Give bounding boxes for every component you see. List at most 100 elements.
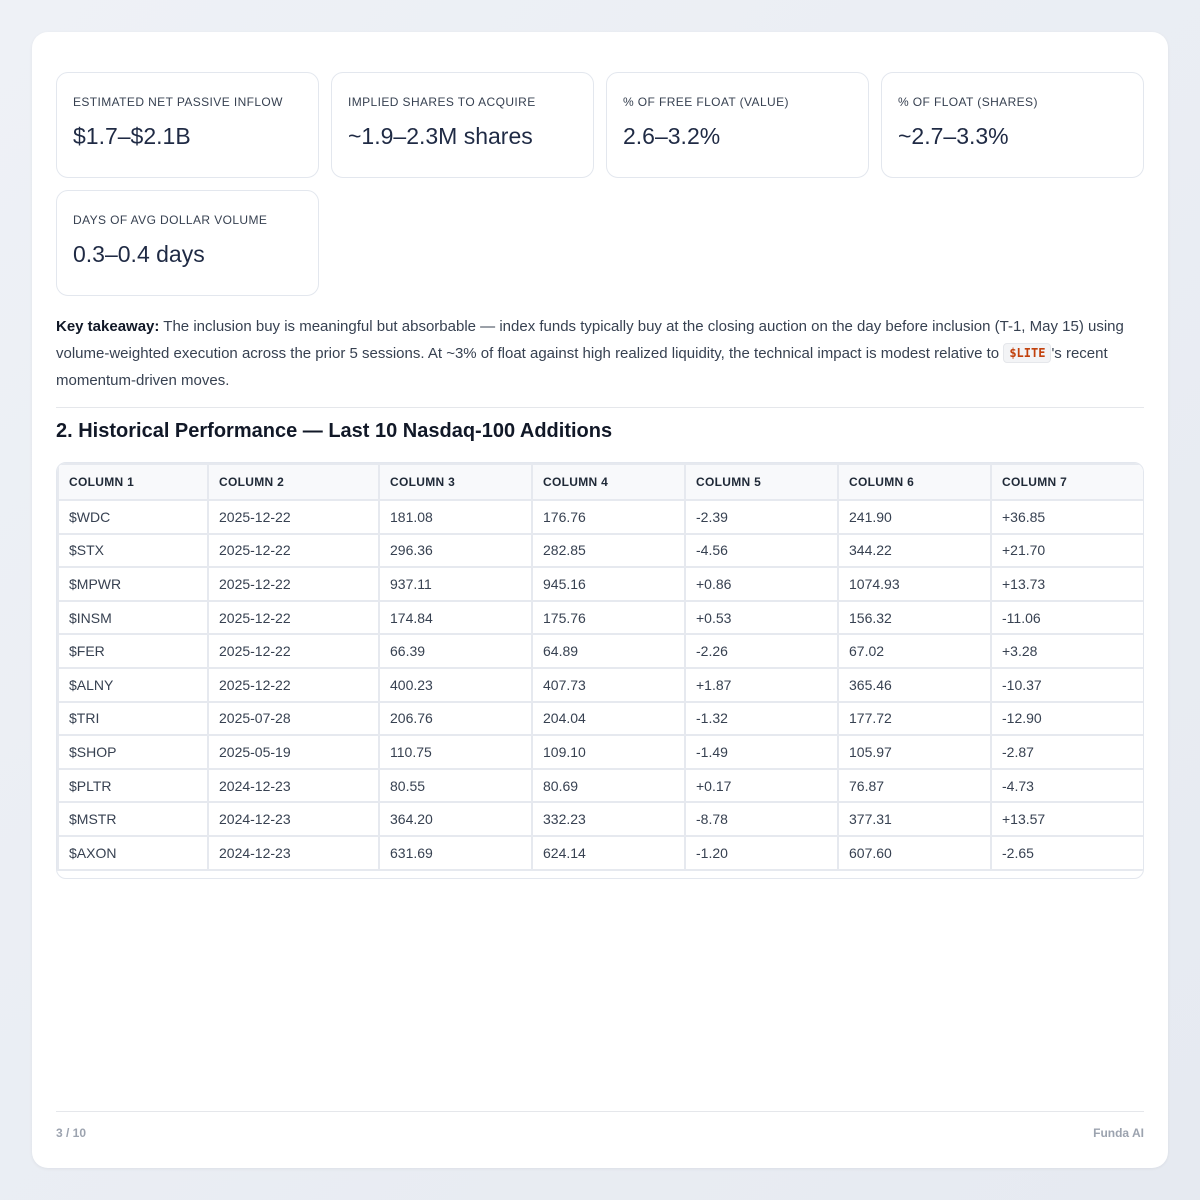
metrics-grid: Estimated Net Passive Inflow $1.7–$2.1B … — [56, 72, 1144, 296]
table-cell: +3.28 — [990, 633, 1143, 669]
table-cell: -12.90 — [990, 700, 1143, 737]
table-cell: 2025-05-19 — [207, 734, 380, 770]
table-cell: $TRI — [57, 700, 209, 737]
table-cell: +1.87 — [684, 666, 839, 703]
table-cell: 2025-12-22 — [207, 599, 380, 636]
column-header[interactable]: Column 6 — [837, 463, 992, 501]
table-cell: 176.76 — [531, 499, 686, 535]
table-cell: +0.53 — [684, 599, 839, 636]
table-cell: $STX — [57, 532, 209, 569]
table-cell: 2025-12-22 — [207, 499, 380, 535]
table-cell: 80.69 — [531, 767, 686, 804]
table-cell: 607.60 — [837, 834, 992, 871]
footer-divider — [56, 1111, 1144, 1112]
metric-value: ~2.7–3.3% — [898, 123, 1009, 149]
metric-label: Estimated Net Passive Inflow — [73, 95, 283, 109]
table-cell: -4.73 — [990, 767, 1143, 804]
table-cell: $FER — [57, 633, 209, 669]
table-row: $MPWR 2025-12-22 937.11 945.16 +0.86 1074.93 +… — [57, 566, 1143, 602]
metric-card-days-dollar-volume: Days of Avg Dollar Volume 0.3–0.4 days — [56, 190, 319, 296]
table-row: $TRI 2025-07-28 206.76 204.04 -1.32 177.72 -12… — [57, 700, 1143, 737]
table-cell: 400.23 — [378, 666, 533, 703]
table-cell: -8.78 — [684, 801, 839, 837]
metric-card-float-shares: % of Float (Shares) ~2.7–3.3% — [881, 72, 1144, 178]
table-cell: 1074.93 — [837, 566, 992, 602]
table-cell: 110.75 — [378, 734, 533, 770]
table-cell: 174.84 — [378, 599, 533, 636]
table-cell: -4.56 — [684, 532, 839, 569]
table-cell: 407.73 — [531, 666, 686, 703]
table-header-row: Column 1 Column 2 Column 3 Column 4 Colu… — [57, 463, 1143, 501]
table-cell: 344.22 — [837, 532, 992, 569]
table-cell: 2025-12-22 — [207, 532, 380, 569]
column-header[interactable]: Column 3 — [378, 463, 533, 501]
column-header[interactable]: Column 1 — [57, 463, 209, 501]
table-cell: $AXON — [57, 834, 209, 871]
table-cell: 2024-12-23 — [207, 834, 380, 871]
table-row: $MSTR 2024-12-23 364.20 332.23 -8.78 377.31 +1… — [57, 801, 1143, 837]
table-cell: +13.73 — [990, 566, 1143, 602]
table-cell: 109.10 — [531, 734, 686, 770]
table-cell: 332.23 — [531, 801, 686, 837]
section-title: 2. Historical Performance — Last 10 Nasd… — [56, 420, 613, 442]
table-cell: -2.26 — [684, 633, 839, 669]
key-takeaway-label: Key takeaway: — [56, 318, 160, 335]
metric-label: Days of Avg Dollar Volume — [73, 213, 268, 227]
table-cell: 296.36 — [378, 532, 533, 569]
table-cell: -2.39 — [684, 499, 839, 535]
table-cell: 2024-12-23 — [207, 767, 380, 804]
table-cell: $SHOP — [57, 734, 209, 770]
column-header[interactable]: Column 7 — [990, 463, 1143, 501]
table-cell: 2024-12-23 — [207, 801, 380, 837]
table-cell: 2025-07-28 — [207, 700, 380, 737]
column-header[interactable]: Column 2 — [207, 463, 380, 501]
metric-value: ~1.9–2.3M shares — [348, 123, 533, 149]
table-row: $SHOP 2025-05-19 110.75 109.10 -1.49 105.97 -2… — [57, 734, 1143, 770]
table-cell: 156.32 — [837, 599, 992, 636]
table-cell: $PLTR — [57, 767, 209, 804]
table-cell: 365.46 — [837, 666, 992, 703]
table-cell: -1.49 — [684, 734, 839, 770]
table-cell: $WDC — [57, 499, 209, 535]
report-page: Estimated Net Passive Inflow $1.7–$2.1B … — [32, 32, 1168, 1168]
table-cell: -2.65 — [990, 834, 1143, 871]
table-cell: -1.20 — [684, 834, 839, 871]
key-takeaway-text: The inclusion buy is meaningful but abso… — [56, 318, 1124, 362]
brand-name: Funda AI — [1093, 1126, 1144, 1140]
metric-label: % of Float (Shares) — [898, 95, 1038, 109]
ticker-chip-lite[interactable]: $LITE — [1003, 343, 1052, 363]
table-cell: 76.87 — [837, 767, 992, 804]
table-cell: 204.04 — [531, 700, 686, 737]
table-cell: 937.11 — [378, 566, 533, 602]
table-cell: 364.20 — [378, 801, 533, 837]
table-cell: 624.14 — [531, 834, 686, 871]
table-cell: -10.37 — [990, 666, 1143, 703]
metric-card-net-passive-inflow: Estimated Net Passive Inflow $1.7–$2.1B — [56, 72, 319, 178]
table-cell: +0.17 — [684, 767, 839, 804]
table-cell: 2025-12-22 — [207, 633, 380, 669]
page-number: 3 / 10 — [56, 1126, 87, 1140]
table-cell: +36.85 — [990, 499, 1143, 535]
metric-value: 2.6–3.2% — [623, 123, 721, 149]
table-cell: 66.39 — [378, 633, 533, 669]
table-row: $STX 2025-12-22 296.36 282.85 -4.56 344.22 +21… — [57, 532, 1143, 569]
table-cell: 206.76 — [378, 700, 533, 737]
table-row: $ALNY 2025-12-22 400.23 407.73 +1.87 365.46 -1… — [57, 666, 1143, 703]
table-cell: 631.69 — [378, 834, 533, 871]
metric-card-free-float-value: % of Free Float (Value) 2.6–3.2% — [606, 72, 869, 178]
table-row: $WDC 2025-12-22 181.08 176.76 -2.39 241.90 +36… — [57, 499, 1143, 535]
table-cell: 945.16 — [531, 566, 686, 602]
column-header[interactable]: Column 5 — [684, 463, 839, 501]
metric-value: 0.3–0.4 days — [73, 241, 205, 267]
table-cell: 105.97 — [837, 734, 992, 770]
table-cell: 377.31 — [837, 801, 992, 837]
table-row: $INSM 2025-12-22 174.84 175.76 +0.53 156.32 -1… — [57, 599, 1143, 636]
metric-value: $1.7–$2.1B — [73, 123, 191, 149]
table-cell: 177.72 — [837, 700, 992, 737]
table-cell: $INSM — [57, 599, 209, 636]
table-row: $PLTR 2024-12-23 80.55 80.69 +0.17 76.87 -4.73 — [57, 767, 1143, 804]
section-divider — [56, 407, 1144, 408]
additions-table-container: Column 1 Column 2 Column 3 Column 4 Colu… — [56, 462, 1144, 879]
column-header[interactable]: Column 4 — [531, 463, 686, 501]
table-cell: $MSTR — [57, 801, 209, 837]
